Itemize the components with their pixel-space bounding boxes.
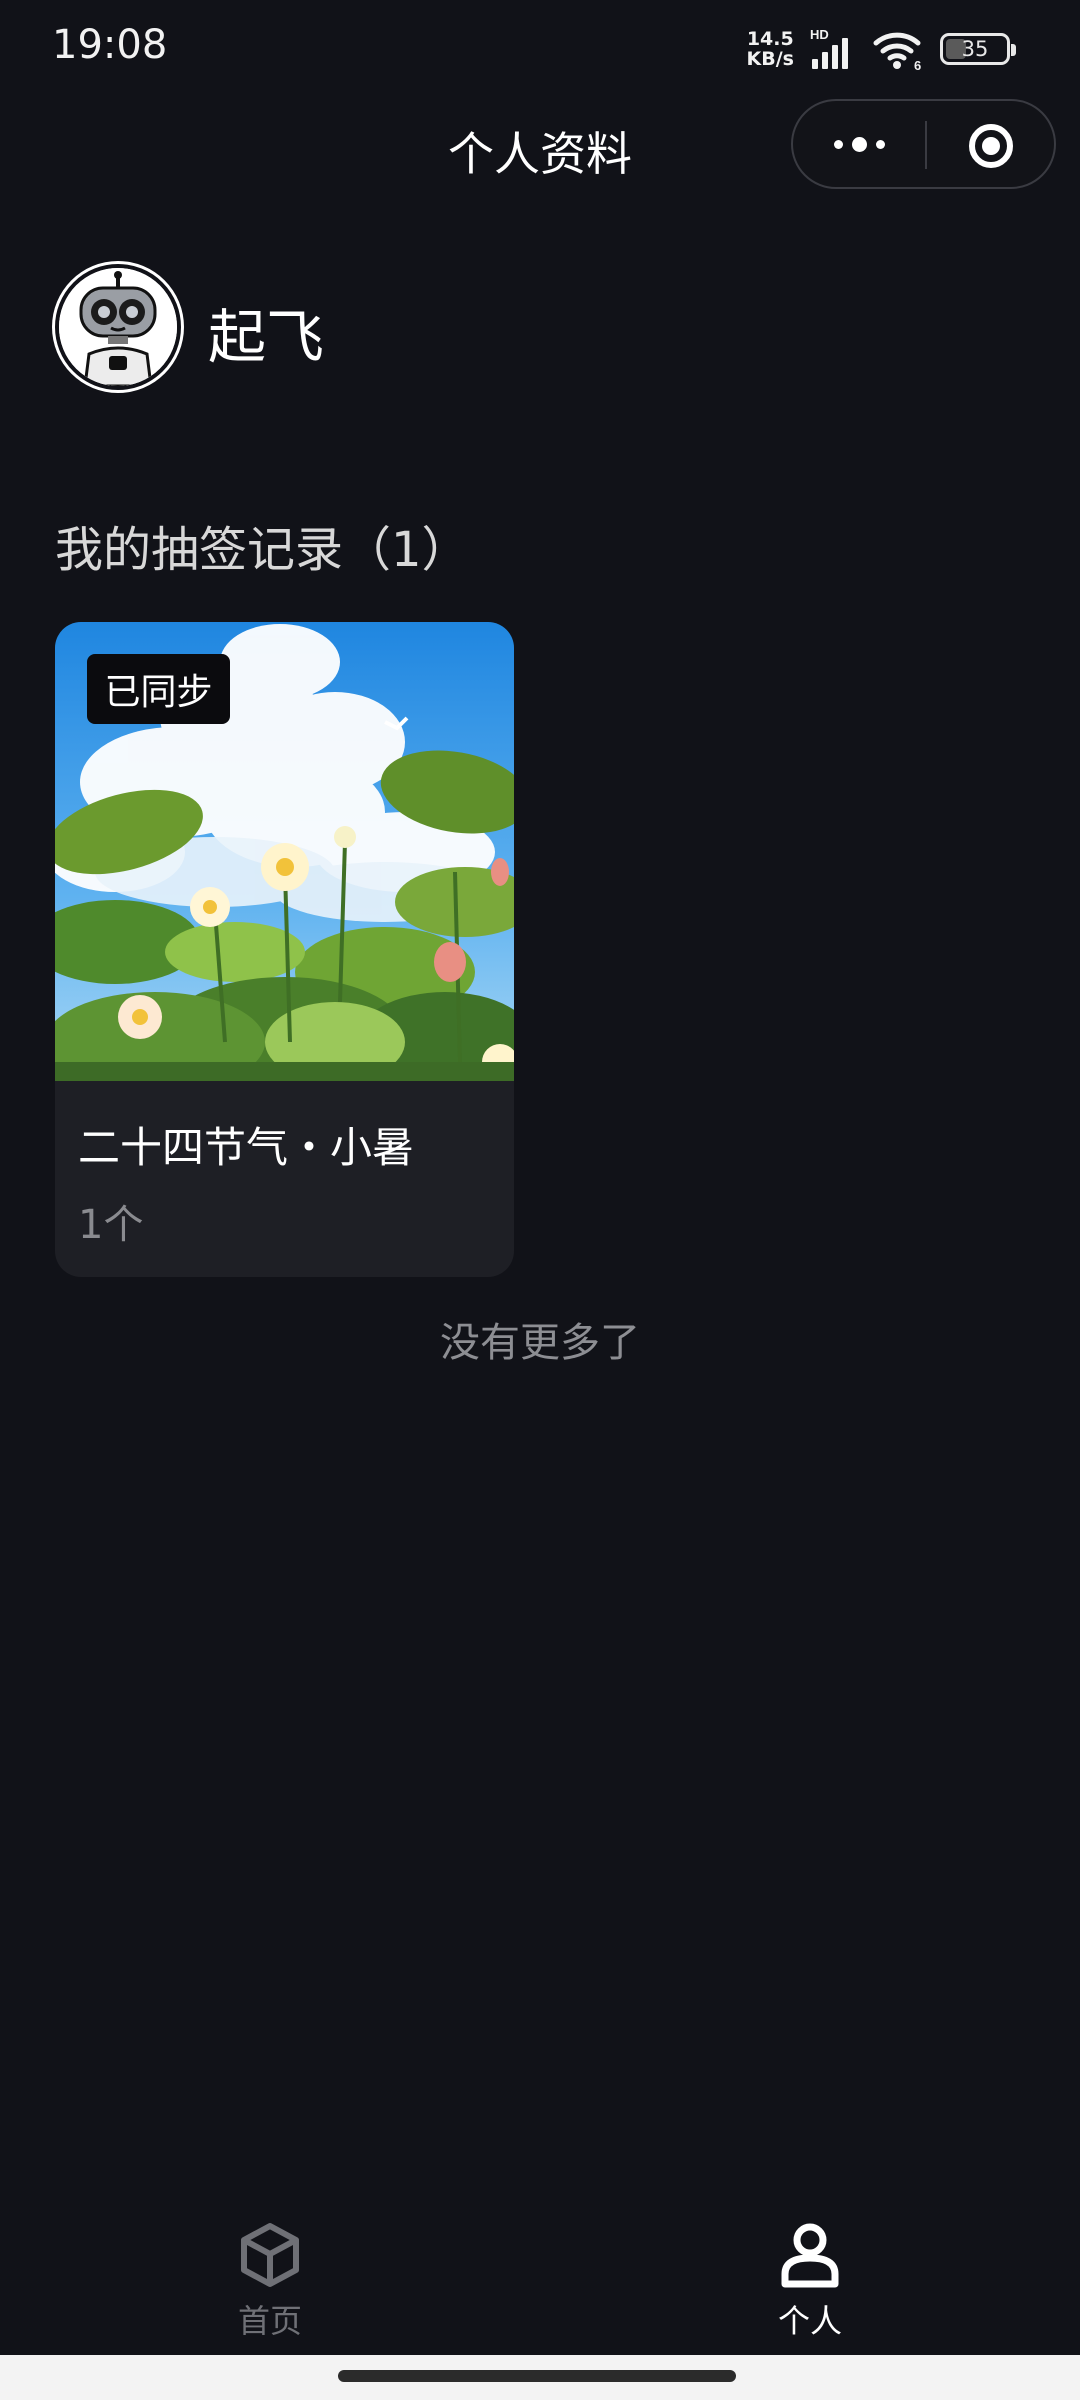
signal-icon: HD bbox=[810, 27, 848, 69]
profile-name: 起飞 bbox=[208, 303, 325, 371]
status-bar: 19:08 14.5 KB/s HD 6 35 bbox=[0, 0, 1080, 96]
net-speed: 14.5 KB/s bbox=[747, 29, 794, 69]
record-card-title: 二十四节气・小暑 bbox=[78, 1123, 415, 1172]
avatar[interactable] bbox=[55, 264, 181, 390]
battery-icon: 35 bbox=[940, 33, 1016, 65]
wifi-6-tag: 6 bbox=[914, 58, 921, 71]
more-dots-icon-right bbox=[875, 139, 885, 149]
net-speed-unit: KB/s bbox=[746, 48, 794, 70]
net-speed-value: 14.5 bbox=[746, 28, 794, 50]
record-card[interactable]: 已同步 二十四节气・小暑 1个 bbox=[55, 622, 514, 1277]
cube-icon bbox=[241, 2223, 299, 2287]
wifi-icon: 6 bbox=[873, 32, 921, 71]
capsule-divider bbox=[925, 121, 927, 169]
target-circle-icon[interactable] bbox=[969, 124, 1013, 168]
more-button[interactable] bbox=[793, 101, 925, 187]
mini-program-capsule bbox=[791, 99, 1056, 189]
profile-screen: 19:08 14.5 KB/s HD 6 35 个人资料 起飞 我的抽签记录（1… bbox=[0, 0, 1080, 2400]
status-time: 19:08 bbox=[52, 22, 168, 68]
records-section-title: 我的抽签记录（1） bbox=[55, 522, 470, 578]
record-card-count: 1个 bbox=[78, 1202, 144, 1248]
tab-home[interactable]: 首页 bbox=[190, 2218, 350, 2348]
gesture-bar-area bbox=[0, 2355, 1080, 2400]
tab-home-label: 首页 bbox=[237, 2302, 302, 2340]
robot-avatar-icon bbox=[59, 268, 177, 386]
battery-level: 35 bbox=[961, 37, 989, 61]
sync-status-badge: 已同步 bbox=[87, 654, 230, 724]
tab-profile-label: 个人 bbox=[777, 2302, 842, 2340]
person-icon bbox=[781, 2223, 839, 2288]
tab-bar: 首页 个人 bbox=[0, 2200, 1080, 2355]
more-dots-icon-center bbox=[851, 136, 867, 152]
home-indicator[interactable] bbox=[338, 2370, 736, 2382]
more-dots-icon bbox=[833, 139, 843, 149]
signal-hd-tag: HD bbox=[810, 27, 829, 42]
tab-profile[interactable]: 个人 bbox=[730, 2218, 890, 2348]
list-end-text: 没有更多了 bbox=[440, 1320, 640, 1366]
status-icons: 14.5 KB/s HD 6 35 bbox=[747, 26, 1016, 72]
